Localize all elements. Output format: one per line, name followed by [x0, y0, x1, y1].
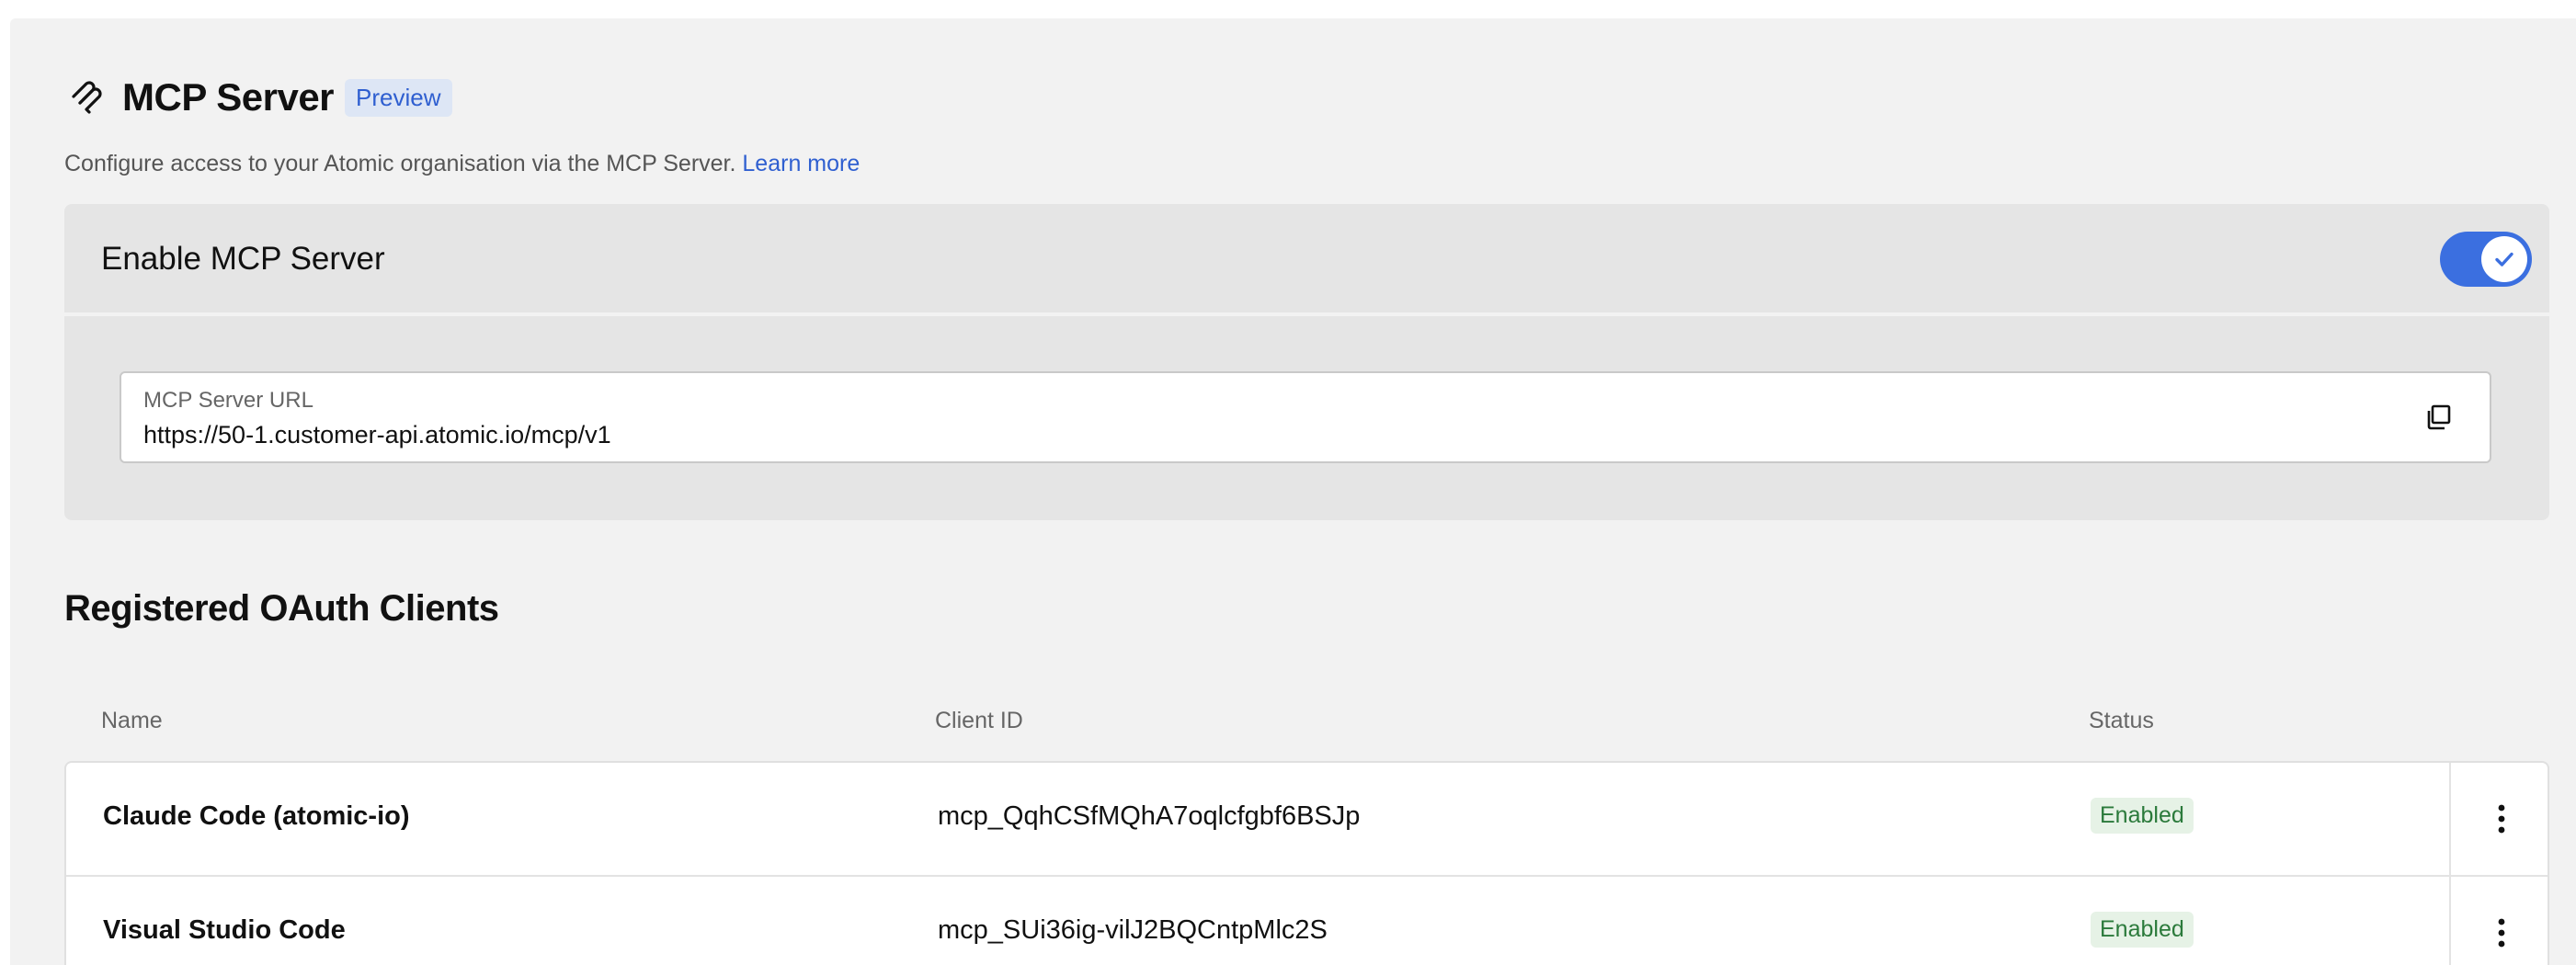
client-name: Visual Studio Code — [103, 915, 346, 945]
column-header-name[interactable]: Name — [101, 708, 163, 734]
row-menu-button[interactable] — [2449, 763, 2551, 875]
mcp-server-url-section: MCP Server URL https://50-1.customer-api… — [64, 316, 2549, 520]
row-menu-button[interactable] — [2449, 877, 2551, 965]
page-title: MCP Server — [122, 75, 335, 119]
table-row[interactable]: Claude Code (atomic-io) mcp_QqhCSfMQhA7o… — [66, 763, 2548, 877]
enable-mcp-server-toggle[interactable] — [2440, 232, 2532, 287]
client-name: Claude Code (atomic-io) — [103, 801, 410, 831]
learn-more-link[interactable]: Learn more — [742, 151, 860, 176]
client-id: mcp_SUi36ig-vilJ2BQCntpMlc2S — [938, 915, 1328, 945]
enable-mcp-server-row: Enable MCP Server — [64, 204, 2549, 312]
column-header-status[interactable]: Status — [2089, 708, 2154, 734]
page-description: Configure access to your Atomic organisa… — [64, 151, 860, 177]
mcp-server-url-field[interactable]: MCP Server URL https://50-1.customer-api… — [120, 371, 2491, 463]
oauth-clients-table: Claude Code (atomic-io) mcp_QqhCSfMQhA7o… — [64, 761, 2549, 965]
enable-mcp-server-label: Enable MCP Server — [101, 241, 385, 277]
mcp-server-url-label: MCP Server URL — [143, 388, 313, 413]
description-text: Configure access to your Atomic organisa… — [64, 151, 736, 176]
check-icon — [2492, 247, 2516, 271]
more-vertical-icon — [2496, 803, 2507, 834]
oauth-clients-title: Registered OAuth Clients — [64, 588, 499, 629]
oauth-clients-table-header: Name Client ID Status — [64, 706, 2549, 761]
table-row[interactable]: Visual Studio Code mcp_SUi36ig-vilJ2BQCn… — [66, 877, 2548, 965]
page-header: MCP Server Preview — [65, 68, 452, 127]
column-header-client-id[interactable]: Client ID — [935, 708, 1023, 734]
settings-panel: MCP Server Preview Configure access to y… — [10, 18, 2576, 965]
more-vertical-icon — [2496, 917, 2507, 948]
status-badge: Enabled — [2091, 798, 2194, 834]
client-id: mcp_QqhCSfMQhA7oqlcfgbf6BSJp — [938, 801, 1361, 831]
copy-icon[interactable] — [2422, 401, 2455, 434]
mcp-logo-icon — [65, 75, 109, 119]
preview-badge: Preview — [345, 78, 452, 117]
mcp-server-url-value[interactable]: https://50-1.customer-api.atomic.io/mcp/… — [143, 421, 611, 449]
status-badge: Enabled — [2091, 912, 2194, 948]
toggle-knob — [2481, 236, 2527, 282]
